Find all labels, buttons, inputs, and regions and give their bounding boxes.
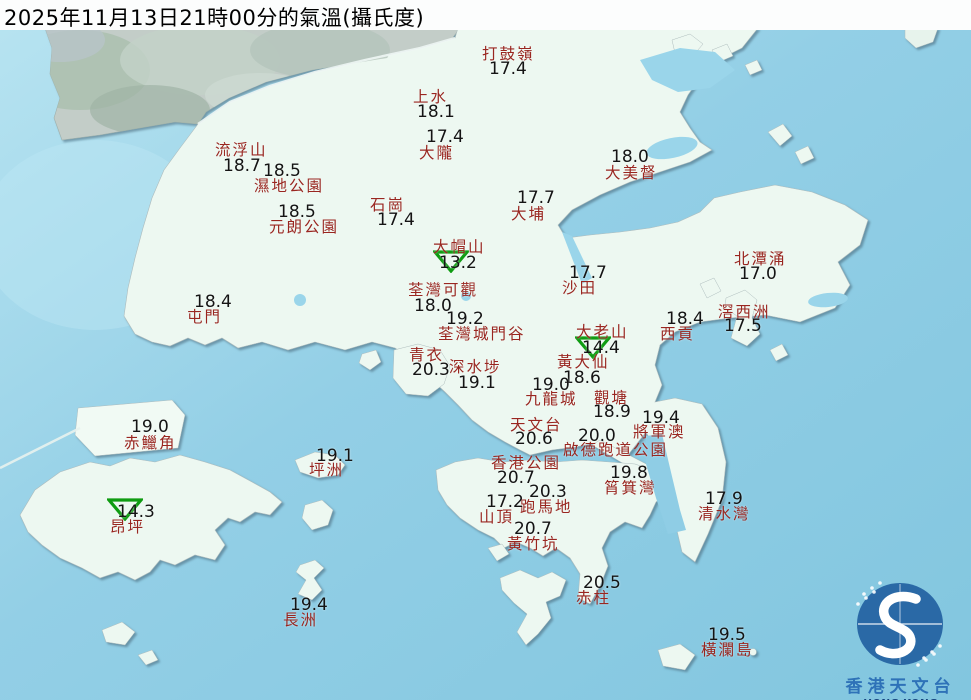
station-value-25: 20.0 bbox=[578, 426, 616, 446]
station-value-3: 18.7 bbox=[223, 156, 261, 176]
station-value-10: 17.0 bbox=[739, 264, 777, 284]
station-value-8: 18.0 bbox=[611, 147, 649, 167]
station-value-21: 19.0 bbox=[532, 375, 570, 395]
station-value-34: 14.3 bbox=[117, 502, 155, 522]
station-value-36: 19.4 bbox=[290, 595, 328, 615]
station-value-13: 18.4 bbox=[194, 292, 232, 312]
station-value-29: 19.8 bbox=[610, 463, 648, 483]
station-value-20: 19.1 bbox=[458, 373, 496, 393]
station-value-37: 19.5 bbox=[708, 625, 746, 645]
station-value-32: 17.9 bbox=[705, 489, 743, 509]
station-value-0: 17.4 bbox=[489, 59, 527, 79]
station-value-9: 13.2 bbox=[439, 253, 477, 273]
station-value-7: 17.7 bbox=[517, 188, 555, 208]
station-name-8: 大美督 bbox=[605, 164, 658, 182]
hko-logo-chinese: 香港天文台 bbox=[845, 677, 956, 697]
station-value-30: 20.3 bbox=[529, 482, 567, 502]
station-value-31: 17.2 bbox=[486, 492, 524, 512]
station-value-2: 17.4 bbox=[426, 127, 464, 147]
station-value-5: 17.4 bbox=[377, 210, 415, 230]
station-name-26: 赤鱲角 bbox=[124, 434, 177, 452]
station-value-16: 19.2 bbox=[446, 309, 484, 329]
station-value-18: 20.3 bbox=[412, 360, 450, 380]
station-value-22: 18.9 bbox=[593, 402, 631, 422]
station-value-4: 18.5 bbox=[263, 161, 301, 181]
station-value-26: 19.0 bbox=[131, 417, 169, 437]
hko-logo: 香港天文台 HONG KONG OBSERVATORY bbox=[830, 572, 971, 700]
station-value-27: 19.1 bbox=[316, 446, 354, 466]
title-bar: 2025年11月13日21時00分的氣溫(攝氏度) bbox=[0, 0, 971, 30]
station-value-33: 20.7 bbox=[514, 519, 552, 539]
station-value-24: 19.4 bbox=[642, 408, 680, 428]
station-value-6: 18.5 bbox=[278, 202, 316, 222]
station-layer: 打鼓嶺 17.4 上水 18.1 大隴 17.4 流浮山 18.7 濕地公園 18.5 石崗 17.4… bbox=[0, 0, 971, 700]
station-name-2: 大隴 bbox=[419, 144, 455, 162]
station-value-1: 18.1 bbox=[417, 102, 455, 122]
hko-logo-emblem bbox=[856, 581, 943, 667]
station-value-23: 20.6 bbox=[515, 429, 553, 449]
station-value-15: 18.4 bbox=[666, 309, 704, 329]
page-title: 2025年11月13日21時00分的氣溫(攝氏度) bbox=[4, 6, 425, 30]
station-value-11: 17.7 bbox=[569, 263, 607, 283]
station-value-35: 20.5 bbox=[583, 573, 621, 593]
station-value-14: 17.5 bbox=[724, 316, 762, 336]
temperature-map-page: 2025年11月13日21時00分的氣溫(攝氏度) 打鼓嶺 17.4 上水 18.1 大… bbox=[0, 0, 971, 700]
station-name-7: 大埔 bbox=[511, 205, 547, 223]
